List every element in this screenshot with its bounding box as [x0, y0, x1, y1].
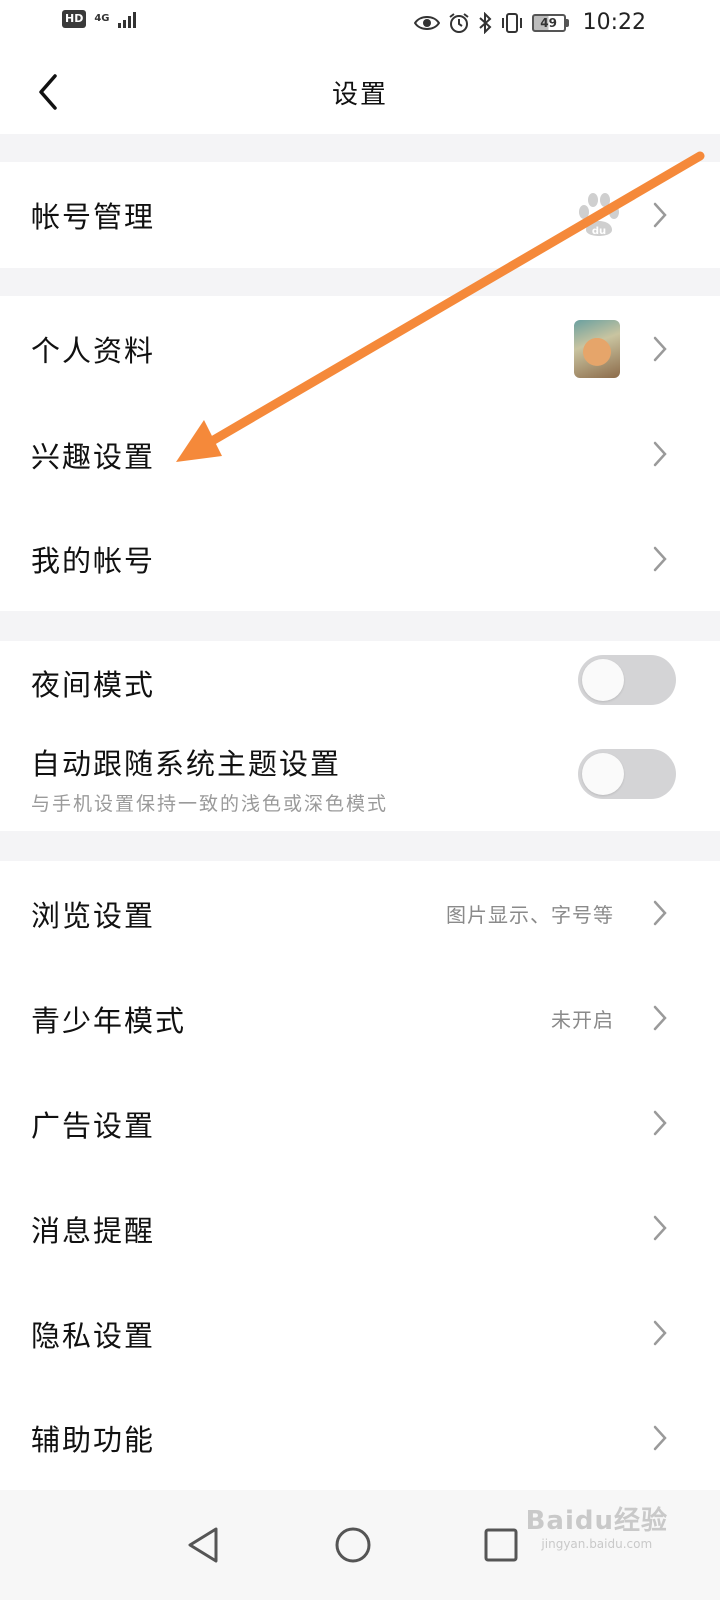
section-divider: [0, 134, 720, 162]
toggle-knob: [582, 659, 624, 701]
battery-level: 49: [531, 13, 566, 32]
row-label: 辅助功能: [31, 1423, 156, 1457]
row-youth-mode[interactable]: 青少年模式 未开启: [0, 966, 720, 1071]
svg-text:du: du: [592, 226, 606, 237]
row-value: 图片显示、字号等: [446, 903, 614, 927]
square-recents-icon: [484, 1528, 518, 1562]
row-browse-settings[interactable]: 浏览设置 图片显示、字号等: [0, 861, 720, 966]
avatar: [574, 320, 620, 378]
row-label: 青少年模式: [31, 1003, 187, 1038]
row-label: 自动跟随系统主题设置: [31, 747, 342, 781]
network-type: 4G: [94, 13, 110, 24]
row-sublabel: 与手机设置保持一致的浅色或深色模式: [31, 793, 389, 815]
row-label: 隐私设置: [31, 1318, 156, 1353]
signal-icon: [117, 12, 136, 28]
row-privacy-settings[interactable]: 隐私设置: [0, 1281, 720, 1386]
chevron-right-icon: [650, 335, 670, 363]
chevron-right-icon: [650, 1214, 670, 1242]
section-divider: [0, 611, 720, 641]
row-account-management[interactable]: 帐号管理 du: [0, 162, 720, 268]
status-left: HD 4G: [62, 10, 140, 28]
circle-home-icon: [335, 1527, 371, 1563]
row-interest-settings[interactable]: 兴趣设置: [0, 402, 720, 507]
toggle-knob: [582, 753, 624, 795]
chevron-right-icon: [650, 545, 670, 573]
row-label: 夜间模式: [31, 668, 156, 702]
nav-home-button[interactable]: [318, 1510, 388, 1580]
chevron-right-icon: [650, 1109, 670, 1137]
row-label: 我的帐号: [31, 544, 156, 578]
alarm-icon: [448, 12, 469, 33]
watermark: Baidu经验 jingyan.baidu.com: [526, 1500, 668, 1551]
row-night-mode: 夜间模式: [0, 641, 720, 725]
triangle-back-icon: [188, 1527, 218, 1563]
chevron-right-icon: [650, 1319, 670, 1347]
row-ad-settings[interactable]: 广告设置: [0, 1071, 720, 1176]
bluetooth-icon: [478, 11, 492, 34]
row-label: 广告设置: [31, 1108, 156, 1143]
chevron-right-icon: [650, 440, 670, 468]
row-value: 未开启: [551, 1008, 614, 1032]
baidu-paw-icon: du: [579, 193, 619, 237]
title-bar: 设置: [0, 50, 720, 134]
row-label: 消息提醒: [31, 1213, 156, 1248]
nav-back-button[interactable]: [168, 1510, 238, 1580]
section-divider: [0, 831, 720, 861]
chevron-right-icon: [650, 899, 670, 927]
status-bar: HD 4G 49 10:22: [0, 0, 720, 50]
row-follow-system-theme: 自动跟随系统主题设置 与手机设置保持一致的浅色或深色模式: [0, 725, 720, 831]
chevron-right-icon: [650, 1424, 670, 1452]
watermark-main: Baidu经验: [525, 1506, 668, 1536]
chevron-right-icon: [650, 201, 670, 229]
night-mode-toggle[interactable]: [578, 655, 676, 705]
watermark-sub: jingyan.baidu.com: [541, 1537, 653, 1551]
row-label: 个人资料: [31, 334, 156, 368]
page-title: 设置: [331, 80, 388, 110]
section-divider: [0, 268, 720, 296]
status-right: 49 10:22: [413, 10, 646, 35]
row-label: 兴趣设置: [31, 439, 156, 474]
vibrate-icon: [501, 12, 522, 33]
battery-icon: 49: [531, 13, 569, 32]
row-my-account[interactable]: 我的帐号: [0, 507, 720, 611]
hd-badge: HD: [62, 10, 87, 28]
row-label: 浏览设置: [31, 898, 156, 933]
row-profile[interactable]: 个人资料: [0, 296, 720, 402]
eye-icon: [413, 15, 440, 30]
chevron-right-icon: [650, 1004, 670, 1032]
follow-system-toggle[interactable]: [578, 749, 676, 799]
row-label: 帐号管理: [31, 200, 156, 234]
row-accessibility[interactable]: 辅助功能: [0, 1386, 720, 1490]
clock: 10:22: [582, 10, 646, 35]
row-message-reminder[interactable]: 消息提醒: [0, 1176, 720, 1281]
